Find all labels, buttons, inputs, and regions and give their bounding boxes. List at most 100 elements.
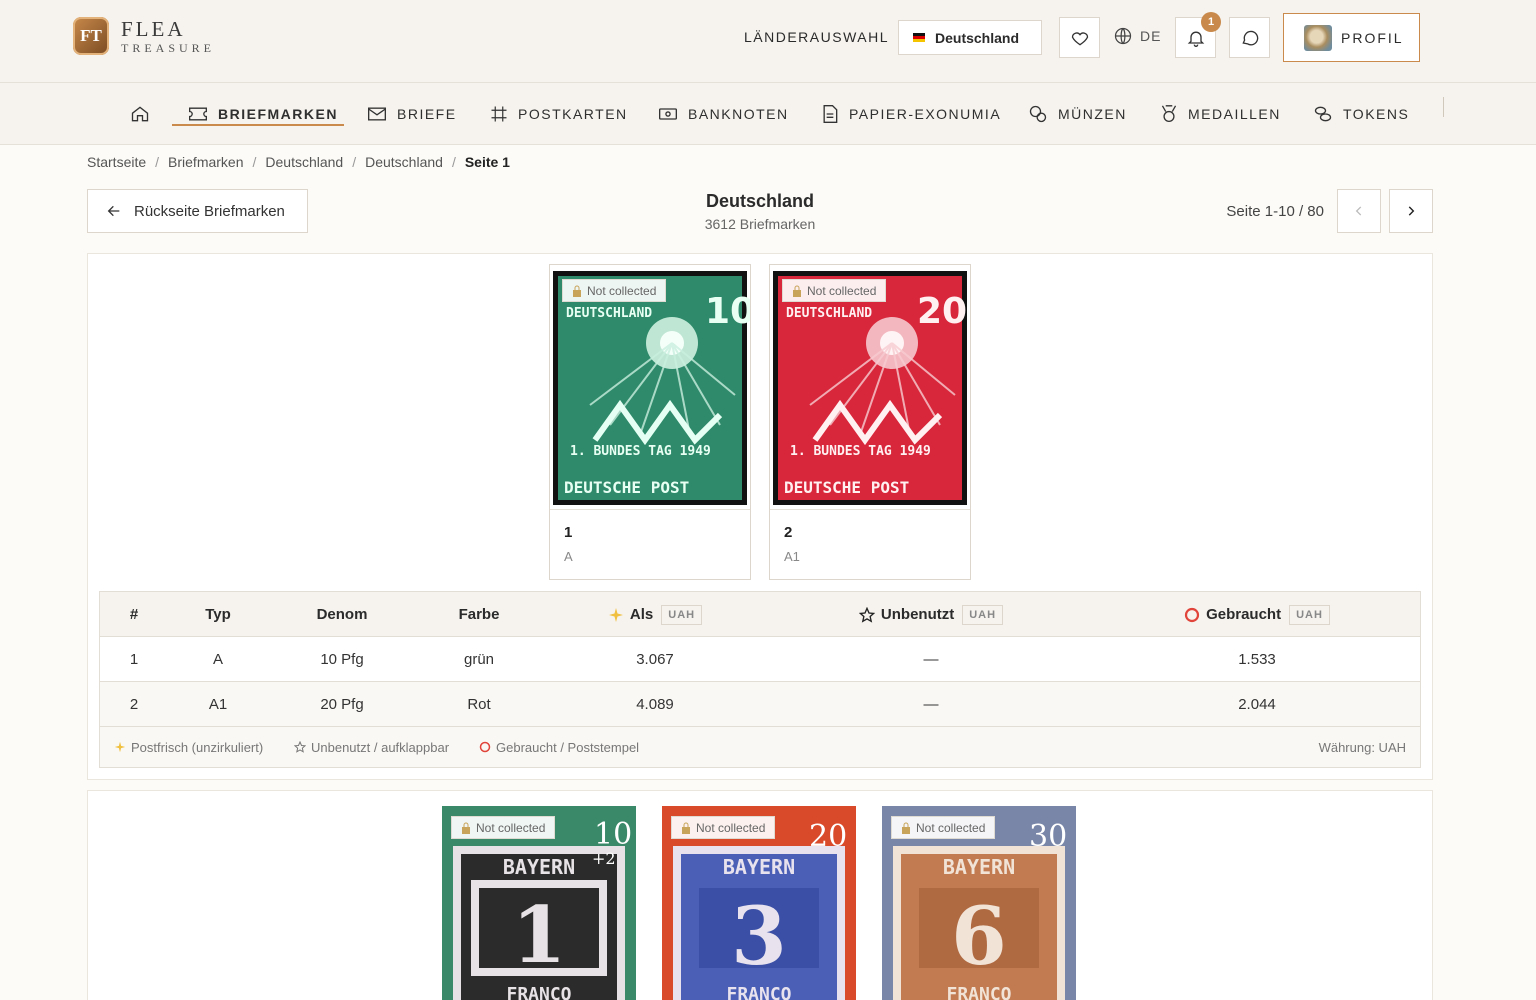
next-page-button[interactable] — [1389, 189, 1433, 233]
chat-icon — [1241, 30, 1258, 45]
star-outline-icon — [858, 606, 875, 623]
profile-label: PROFIL — [1341, 29, 1404, 46]
stamp-type: A — [564, 549, 573, 564]
breadcrumb-item[interactable]: Briefmarken — [168, 154, 243, 170]
stamp-image: 6 BAYERN FRANCO 30 Not collected — [879, 802, 1079, 1000]
nav-item-medaillen[interactable]: MEDAILLEN — [1160, 83, 1281, 145]
stamp-card[interactable]: 1 BAYERN FRANCO 10 +2 Not collected — [439, 802, 641, 1000]
stamp-card[interactable]: 6 BAYERN FRANCO 30 Not collected — [879, 802, 1081, 1000]
not-collected-badge: Not collected — [891, 816, 996, 839]
currency-tag: UAH — [962, 604, 1004, 625]
back-button[interactable]: Rückseite Briefmarken — [87, 189, 308, 233]
profile-button[interactable]: PROFIL — [1283, 13, 1420, 62]
stamp-card[interactable]: 3 BAYERN FRANCO 20 Not collected — [659, 802, 861, 1000]
sparkle-icon — [114, 741, 126, 753]
home-icon — [131, 106, 149, 122]
col-header-farbe: Farbe — [458, 606, 500, 623]
svg-text:FRANCO: FRANCO — [726, 984, 791, 1000]
nav-item-briefmarken[interactable]: BRIEFMARKEN — [188, 83, 338, 145]
nav-item-postkarten[interactable]: POSTKARTEN — [490, 83, 628, 145]
nav-item-banknoten[interactable]: BANKNOTEN — [658, 83, 789, 145]
circle-outline-icon — [1184, 607, 1200, 622]
chevron-right-icon — [1408, 206, 1415, 216]
legend-unbenutzt: Unbenutzt / aufklappbar — [294, 727, 449, 767]
svg-text:+2: +2 — [592, 849, 616, 868]
pagination-info: Seite 1-10 / 80 — [1226, 203, 1324, 220]
nav-overflow-indicator — [1443, 97, 1455, 117]
col-header-gebraucht: Gebraucht UAH — [1094, 592, 1420, 637]
stamp-card[interactable]: DEUTSCHLAND 10 1. BUNDES TAG 1949 DEUTSC… — [549, 264, 751, 580]
sparkle-icon — [608, 607, 623, 622]
svg-text:20: 20 — [809, 819, 847, 854]
stamp-type: A1 — [784, 549, 800, 564]
not-collected-badge: Not collected — [451, 816, 556, 839]
germany-flag-icon — [913, 33, 925, 42]
notification-badge: 1 — [1201, 12, 1221, 32]
logo-line2: TREASURE — [121, 40, 216, 55]
logo[interactable]: FT FLEA TREASURE — [73, 17, 215, 55]
breadcrumb-item[interactable]: Deutschland — [365, 154, 443, 170]
not-collected-badge: Not collected — [671, 816, 776, 839]
stamp-card[interactable]: DEUTSCHLAND 20 1. BUNDES TAG 1949 DEUTSC… — [769, 264, 971, 580]
svg-text:DEUTSCHE POST: DEUTSCHE POST — [564, 478, 689, 497]
document-icon — [823, 105, 838, 123]
prev-page-button[interactable] — [1337, 189, 1381, 233]
currency-tag: UAH — [661, 604, 703, 625]
avatar — [1304, 24, 1332, 51]
star-outline-icon — [294, 741, 306, 753]
messages-button[interactable] — [1229, 17, 1270, 58]
nav-item-papier-exonumia[interactable]: PAPIER-EXONUMIA — [821, 83, 1001, 145]
nav-item-briefe[interactable]: BRIEFE — [367, 83, 457, 145]
chevron-left-icon — [1355, 206, 1362, 216]
svg-text:FRANCO: FRANCO — [506, 984, 571, 1000]
medal-icon — [1161, 105, 1177, 123]
svg-text:6: 6 — [951, 889, 1007, 983]
table-row[interactable]: 2 A1 20 Pfg Rot 4.089 — 2.044 — [100, 682, 1420, 727]
not-collected-badge: Not collected — [782, 279, 887, 302]
stamp-number: 1 — [564, 524, 573, 541]
category-nav: BRIEFMARKEN BRIEFE POSTKARTEN BANKNOTEN … — [0, 83, 1536, 145]
active-tab-underline — [172, 124, 344, 126]
country-select[interactable]: Deutschland — [898, 20, 1042, 55]
svg-text:BAYERN: BAYERN — [723, 855, 795, 879]
logo-line1: FLEA — [121, 16, 186, 41]
ticket-icon — [189, 107, 207, 121]
nav-item-tokens[interactable]: TOKENS — [1313, 83, 1409, 145]
col-header-denom: Denom — [316, 606, 368, 623]
svg-text:10: 10 — [705, 291, 750, 332]
top-header: FT FLEA TREASURE LÄNDERAUSWAHL Deutschla… — [0, 0, 1536, 83]
svg-text:10: 10 — [594, 817, 632, 852]
tokens-icon — [1314, 106, 1332, 122]
breadcrumb-item[interactable]: Startseite — [87, 154, 146, 170]
lock-icon — [462, 822, 470, 834]
bell-icon — [1187, 31, 1204, 47]
svg-text:1: 1 — [512, 890, 566, 981]
page-title: Deutschland — [705, 191, 815, 211]
country-value: Deutschland — [935, 29, 1020, 46]
frame-icon — [491, 106, 507, 122]
table-row[interactable]: 1 A 10 Pfg grün 3.067 — 1.533 — [100, 637, 1420, 682]
lock-icon — [902, 822, 910, 834]
table-header: # Typ Denom Farbe Als UAH Unbenutzt UAH … — [100, 592, 1420, 637]
nav-home[interactable] — [130, 83, 160, 145]
favorites-button[interactable] — [1059, 17, 1100, 58]
logo-badge: FT — [73, 17, 109, 55]
breadcrumb-current: Seite 1 — [464, 154, 510, 170]
svg-text:DEUTSCHE POST: DEUTSCHE POST — [784, 478, 909, 497]
lock-icon — [573, 285, 581, 297]
nav-item-muenzen[interactable]: MÜNZEN — [1028, 83, 1127, 145]
col-header-num: # — [129, 606, 139, 623]
stamp-image: DEUTSCHLAND 10 1. BUNDES TAG 1949 DEUTSC… — [550, 265, 750, 509]
stamp-image: DEUTSCHLAND 20 1. BUNDES TAG 1949 DEUTSC… — [770, 265, 970, 509]
country-label: LÄNDERAUSWAHL — [744, 29, 890, 45]
envelope-icon — [368, 107, 386, 121]
lock-icon — [793, 285, 801, 297]
svg-text:FRANCO: FRANCO — [946, 984, 1011, 1000]
breadcrumb-item[interactable]: Deutschland — [265, 154, 343, 170]
globe-icon — [1114, 27, 1132, 45]
language-switch[interactable]: DE — [1113, 26, 1161, 46]
svg-text:DEUTSCHLAND: DEUTSCHLAND — [566, 306, 652, 321]
heart-icon — [1071, 31, 1088, 45]
price-table: # Typ Denom Farbe Als UAH Unbenutzt UAH … — [99, 591, 1421, 768]
circle-outline-icon — [479, 741, 491, 753]
